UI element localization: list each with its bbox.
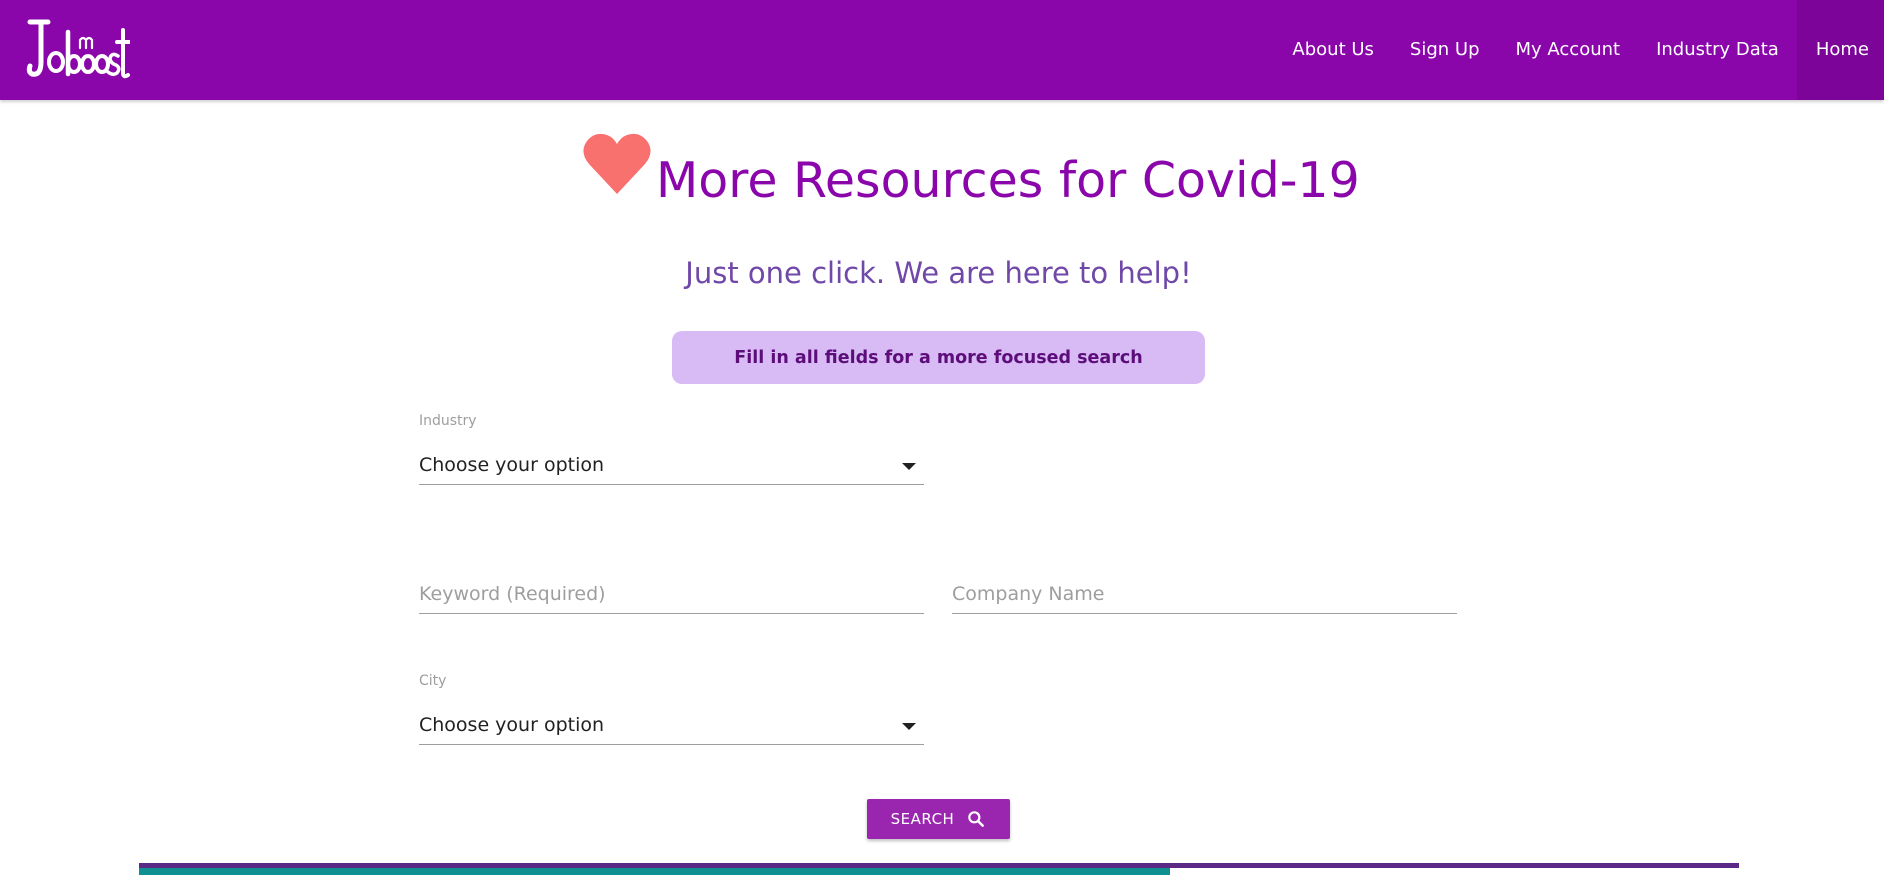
search-button[interactable]: SEARCH xyxy=(867,799,1010,839)
nav-item-about-us[interactable]: About Us xyxy=(1274,0,1392,100)
keyword-input[interactable] xyxy=(419,574,924,614)
footer-bar xyxy=(139,863,1739,875)
industry-select[interactable]: Choose your option xyxy=(419,448,924,485)
city-label: City xyxy=(419,673,447,689)
company-name-input[interactable] xyxy=(952,574,1457,614)
heart-icon xyxy=(581,132,653,198)
search-button-label: SEARCH xyxy=(890,810,955,828)
nav-item-home[interactable]: Home xyxy=(1796,0,1884,100)
joboost-logo-icon xyxy=(26,19,131,79)
city-select[interactable]: Choose your option xyxy=(419,708,924,745)
footer-bar-segment xyxy=(139,863,1170,875)
city-select-value: Choose your option xyxy=(419,714,605,736)
page-title: More Resources for Covid-19 xyxy=(656,152,1360,209)
industry-label: Industry xyxy=(419,413,477,429)
chevron-down-icon xyxy=(902,723,916,730)
nav-item-my-account[interactable]: My Account xyxy=(1498,0,1639,100)
nav-item-industry-data[interactable]: Industry Data xyxy=(1638,0,1797,100)
search-icon xyxy=(968,811,985,827)
search-hint-banner: Fill in all fields for a more focused se… xyxy=(672,331,1205,384)
industry-select-value: Choose your option xyxy=(419,454,605,476)
page-subtitle: Just one click. We are here to help! xyxy=(685,256,1192,290)
chevron-down-icon xyxy=(902,463,916,470)
footer-bar-segment xyxy=(1170,863,1739,875)
nav-menu: About Us Sign Up My Account Industry Dat… xyxy=(1274,0,1884,100)
joboost-logo[interactable] xyxy=(26,18,131,84)
navbar: About Us Sign Up My Account Industry Dat… xyxy=(0,0,1884,100)
nav-item-sign-up[interactable]: Sign Up xyxy=(1392,0,1498,100)
